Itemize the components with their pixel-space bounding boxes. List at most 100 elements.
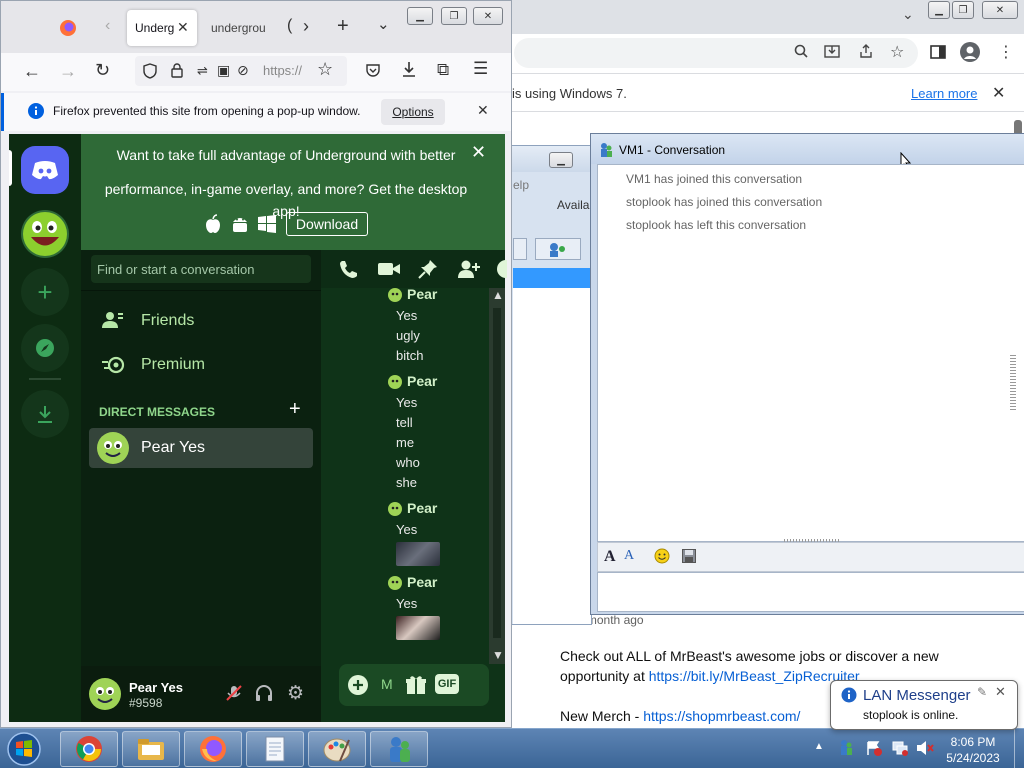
message-author[interactable]: Pear bbox=[407, 574, 437, 590]
ff-close-button[interactable]: ✕ bbox=[473, 7, 503, 25]
new-tab-icon[interactable]: + bbox=[337, 15, 349, 38]
explore-servers-button[interactable] bbox=[21, 324, 69, 372]
download-apps-button[interactable] bbox=[21, 390, 69, 438]
headphones-icon[interactable] bbox=[255, 684, 273, 702]
install-app-icon[interactable] bbox=[824, 43, 840, 59]
dm-item-pear-yes[interactable]: Pear Yes bbox=[89, 428, 313, 468]
profile-avatar[interactable] bbox=[960, 42, 980, 62]
blocked-media-icon[interactable]: ⊘ bbox=[237, 62, 249, 79]
reload-icon[interactable]: ↻ bbox=[95, 60, 110, 81]
lock-icon[interactable] bbox=[171, 62, 183, 78]
forward-icon[interactable]: → bbox=[59, 61, 77, 82]
friends-nav-item[interactable]: Friends bbox=[141, 312, 194, 330]
pinned-messages-icon[interactable] bbox=[417, 258, 439, 280]
start-button[interactable] bbox=[4, 730, 44, 768]
image-attachment[interactable] bbox=[396, 542, 440, 566]
tab-list-chevron-icon[interactable]: ⌄ bbox=[902, 6, 914, 23]
message-author[interactable]: Pear bbox=[407, 286, 437, 302]
tab-underground-2[interactable]: undergrou bbox=[211, 21, 266, 35]
action-center-flag-icon[interactable] bbox=[866, 740, 882, 756]
message-input[interactable] bbox=[597, 572, 1024, 612]
lan-messenger-tray-icon[interactable] bbox=[838, 739, 854, 757]
user-settings-gear-icon[interactable]: ⚙ bbox=[287, 682, 304, 705]
extensions-icon[interactable]: ⧉ bbox=[437, 60, 449, 80]
lan-messenger-notification[interactable]: LAN Messenger ✎ ✕ stoplook is online. bbox=[830, 680, 1018, 730]
system-clock[interactable]: 8:06 PM 5/24/2023 bbox=[938, 734, 1008, 766]
video-call-icon[interactable] bbox=[377, 260, 401, 278]
taskbar-firefox[interactable] bbox=[184, 731, 242, 767]
merch-link[interactable]: https://shopmrbeast.com/ bbox=[643, 708, 800, 724]
bookmark-star-icon[interactable]: ☆ bbox=[890, 42, 904, 62]
server-icon[interactable] bbox=[21, 210, 69, 258]
find-conversation-search[interactable]: Find or start a conversation bbox=[91, 255, 311, 283]
splitter-grip[interactable] bbox=[1010, 355, 1016, 411]
app-menu-icon[interactable]: ☰ bbox=[473, 59, 488, 79]
voice-call-icon[interactable] bbox=[337, 258, 359, 280]
gif-button[interactable]: GIF bbox=[435, 674, 459, 694]
font-color-icon[interactable]: A bbox=[624, 548, 634, 564]
attach-plus-icon[interactable] bbox=[347, 674, 369, 696]
ziprecruiter-link[interactable]: https://bit.ly/MrBeast_ZipRecruiter bbox=[649, 668, 860, 684]
taskbar-file-explorer[interactable] bbox=[122, 731, 180, 767]
scroll-up-icon[interactable]: ▲ bbox=[492, 288, 504, 302]
chrome-address-bar[interactable]: ☆ bbox=[514, 38, 918, 68]
smiley-icon[interactable] bbox=[654, 548, 670, 564]
taskbar-chrome[interactable] bbox=[60, 731, 118, 767]
ff-restore-button[interactable]: ❐ bbox=[441, 7, 467, 25]
network-icon[interactable] bbox=[892, 740, 908, 756]
scroll-down-icon[interactable]: ▼ bbox=[492, 648, 504, 662]
conversation-titlebar[interactable]: VM1 - Conversation bbox=[591, 134, 1024, 170]
restore-button[interactable]: ❐ bbox=[952, 1, 974, 19]
url-bar[interactable]: ⇌ ▣ ⊘ https:// ☆ bbox=[135, 56, 347, 86]
ff-minimize-button[interactable]: ▁ bbox=[407, 7, 433, 25]
banner-close-icon[interactable]: ✕ bbox=[471, 142, 486, 163]
search-icon[interactable] bbox=[794, 44, 808, 58]
mute-microphone-icon[interactable] bbox=[225, 684, 243, 702]
learn-more-link[interactable]: Learn more bbox=[911, 86, 977, 101]
tab-scroll-left-icon[interactable]: ‹ bbox=[105, 17, 110, 35]
taskbar-notepad[interactable] bbox=[246, 731, 304, 767]
user-profile-icon[interactable] bbox=[497, 260, 507, 278]
tab-underground-active[interactable]: Underg ✕ bbox=[127, 10, 197, 46]
infobar-close-icon[interactable]: ✕ bbox=[992, 83, 1005, 103]
taskbar-lan-messenger[interactable] bbox=[370, 731, 428, 767]
download-button[interactable]: Download bbox=[286, 212, 368, 236]
image-attachment[interactable] bbox=[396, 616, 440, 640]
tracking-shield-icon[interactable] bbox=[143, 63, 157, 79]
pocket-icon[interactable] bbox=[365, 62, 381, 78]
list-all-tabs-icon[interactable]: ⌄ bbox=[377, 15, 390, 33]
bg-toolbar-button[interactable] bbox=[513, 238, 527, 260]
add-server-button[interactable]: + bbox=[21, 268, 69, 316]
notice-close-icon[interactable]: ✕ bbox=[477, 102, 489, 119]
notification-close-icon[interactable]: ✕ bbox=[995, 684, 1006, 700]
blocked-autoplay-icon[interactable]: ▣ bbox=[217, 62, 230, 79]
side-panel-icon[interactable] bbox=[930, 44, 946, 60]
bg-contacts-button[interactable] bbox=[535, 238, 581, 260]
font-icon[interactable]: A bbox=[604, 548, 616, 566]
notification-pin-icon[interactable]: ✎ bbox=[977, 685, 987, 699]
bg-minimize-button[interactable]: ▁ bbox=[549, 152, 573, 168]
message-author[interactable]: Pear bbox=[407, 500, 437, 516]
menu-help[interactable]: elp bbox=[513, 178, 529, 192]
message-input-stub[interactable]: M bbox=[381, 676, 393, 692]
chrome-menu-icon[interactable]: ⋮ bbox=[998, 42, 1014, 62]
selected-contact-row[interactable] bbox=[513, 268, 591, 288]
back-icon[interactable]: ← bbox=[23, 61, 41, 82]
user-avatar[interactable] bbox=[89, 678, 121, 710]
show-desktop-button[interactable] bbox=[1014, 729, 1024, 768]
volume-muted-icon[interactable] bbox=[916, 740, 934, 756]
tab-scroll-right-icon[interactable]: › bbox=[303, 16, 309, 37]
tab-close-icon[interactable]: ✕ bbox=[177, 19, 189, 36]
save-icon[interactable] bbox=[682, 549, 696, 563]
show-hidden-icons[interactable]: ▲ bbox=[814, 741, 824, 752]
discord-home-button[interactable] bbox=[21, 146, 69, 194]
firefox-view-icon[interactable] bbox=[59, 19, 77, 37]
chat-scrollbar[interactable]: ▲ ▼ bbox=[489, 288, 505, 664]
premium-nav-item[interactable]: Premium bbox=[141, 356, 205, 374]
permissions-icon[interactable]: ⇌ bbox=[197, 63, 208, 79]
options-button[interactable]: Options bbox=[381, 99, 445, 125]
taskbar-paint[interactable] bbox=[308, 731, 366, 767]
add-friends-to-dm-icon[interactable] bbox=[457, 258, 481, 280]
scrollbar-track[interactable] bbox=[493, 308, 501, 638]
bookmark-star-icon[interactable]: ☆ bbox=[317, 59, 333, 80]
